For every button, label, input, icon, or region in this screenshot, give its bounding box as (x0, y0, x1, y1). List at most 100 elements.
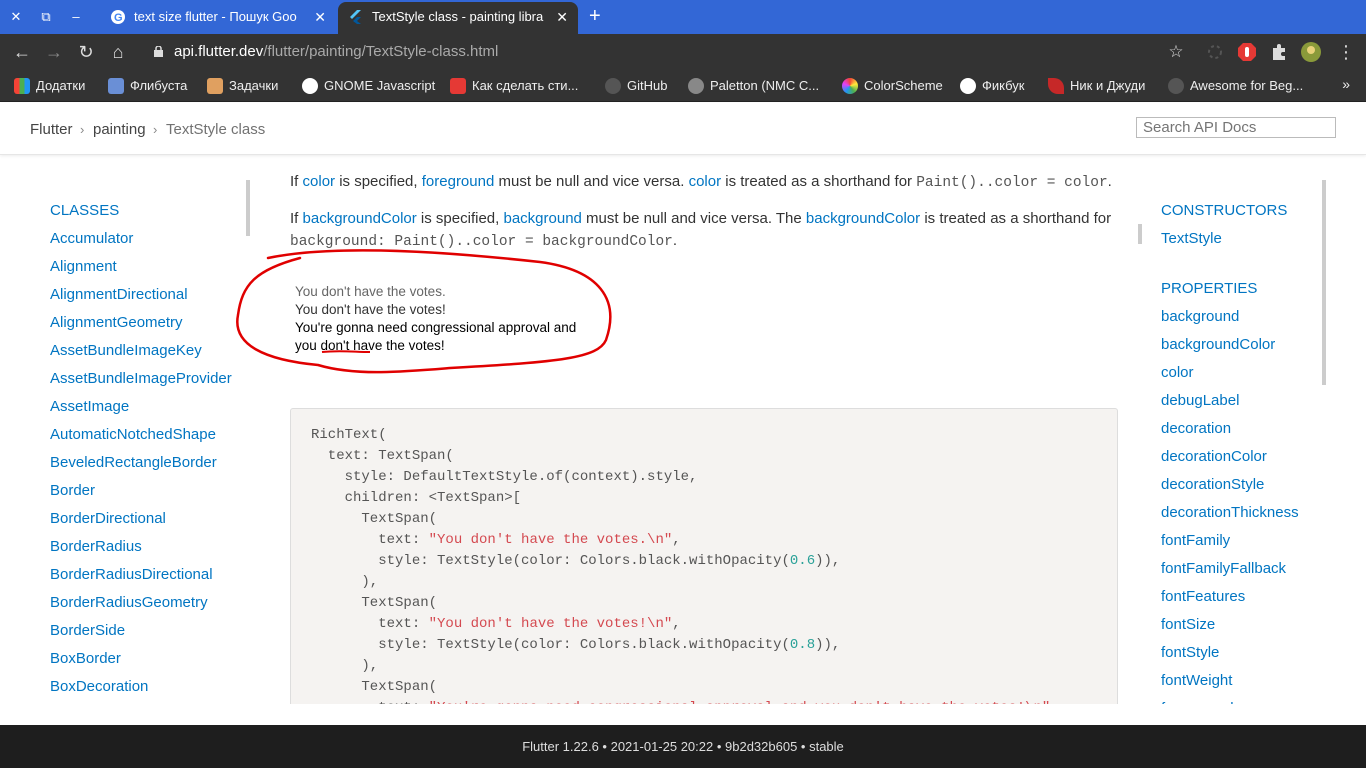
bookmark-item[interactable]: GitHub (605, 77, 667, 95)
gnome-icon (302, 78, 318, 94)
property-link[interactable]: backgroundColor (1161, 336, 1275, 353)
breadcrumb: Flutter › painting › TextStyle class (0, 103, 1366, 155)
flibusta-icon (108, 78, 124, 94)
code-sample: RichText( text: TextSpan( style: Default… (290, 408, 1118, 704)
property-link[interactable]: fontFamilyFallback (1161, 560, 1286, 577)
left-scrollbar[interactable] (246, 180, 250, 236)
class-link[interactable]: BoxDecoration (50, 678, 148, 695)
globe-icon (960, 78, 976, 94)
extensions-puzzle-icon[interactable] (1269, 42, 1289, 62)
property-link[interactable]: decorationStyle (1161, 476, 1264, 493)
class-link[interactable]: BorderRadius (50, 538, 142, 555)
property-link[interactable]: fontSize (1161, 616, 1215, 633)
address-bar[interactable]: api.flutter.dev/flutter/painting/TextSty… (144, 38, 1204, 66)
tab-close-icon[interactable]: ✕ (552, 2, 568, 32)
code-line: TextSpan( (311, 511, 438, 527)
classes-heading: CLASSES (50, 202, 120, 219)
class-link[interactable]: BorderDirectional (50, 510, 166, 527)
menu-icon[interactable]: ⋮ (1335, 41, 1357, 63)
property-link[interactable]: decoration (1161, 420, 1231, 437)
class-link[interactable]: Border (50, 482, 95, 499)
window-minimize-icon[interactable]: – (67, 8, 85, 26)
class-link[interactable]: BorderSide (50, 622, 125, 639)
code-line: children: <TextSpan>[ (311, 490, 522, 506)
bookmark-item[interactable]: ColorScheme (842, 77, 943, 95)
link-backgroundcolor[interactable]: backgroundColor (806, 210, 920, 227)
tab-close-icon[interactable]: ✕ (310, 2, 326, 32)
link-color[interactable]: color (303, 173, 336, 190)
property-link[interactable]: foreground (1161, 700, 1234, 704)
property-link[interactable]: fontStyle (1161, 644, 1219, 661)
right-scrollbar[interactable] (1322, 180, 1326, 385)
window-close-icon[interactable]: ✕ (7, 8, 25, 26)
class-link[interactable]: BeveledRectangleBorder (50, 454, 217, 471)
class-link[interactable]: AssetImage (50, 398, 129, 415)
class-link[interactable]: BoxBorder (50, 650, 121, 667)
browser-toolbar: ← → ↻ ⌂ api.flutter.dev/flutter/painting… (0, 34, 1366, 70)
bookmark-item[interactable]: GNOME Javascript (302, 77, 435, 95)
flutter-icon (350, 10, 361, 24)
back-icon[interactable]: ← (11, 41, 33, 63)
class-link[interactable]: Accumulator (50, 230, 133, 247)
new-tab-button[interactable]: + (589, 5, 601, 27)
search-input[interactable] (1136, 117, 1336, 138)
breadcrumb-separator: › (153, 122, 158, 137)
link-foreground[interactable]: foreground (422, 173, 495, 190)
class-link[interactable]: AlignmentGeometry (50, 314, 183, 331)
extension-loading-icon[interactable] (1205, 42, 1225, 62)
class-link[interactable]: AutomaticNotchedShape (50, 426, 216, 443)
demo-line: You don't have the votes! (295, 302, 446, 317)
adblock-icon[interactable] (1237, 42, 1257, 62)
properties-heading: PROPERTIES (1161, 280, 1258, 297)
property-link[interactable]: decorationColor (1161, 448, 1267, 465)
tab-google-search[interactable]: G text size flutter - Пошук Goo ✕ (100, 2, 336, 34)
class-link[interactable]: AssetBundleImageProvider (50, 370, 232, 387)
property-link[interactable]: decorationThickness (1161, 504, 1299, 521)
breadcrumb-painting[interactable]: painting (93, 121, 146, 138)
breadcrumb-flutter[interactable]: Flutter (30, 121, 73, 138)
property-link[interactable]: fontWeight (1161, 672, 1232, 689)
tab-textstyle[interactable]: TextStyle class - painting libra ✕ (338, 2, 578, 34)
bookmarks-more-icon[interactable]: » (1342, 76, 1350, 92)
tab-title: text size flutter - Пошук Goo (134, 9, 297, 24)
demo-line: you don't have the votes! (295, 338, 445, 353)
property-link[interactable]: color (1161, 364, 1194, 381)
property-link[interactable]: fontFeatures (1161, 588, 1245, 605)
bookmark-item[interactable]: Как сделать сти... (450, 77, 578, 95)
bookmark-item[interactable]: Фикбук (960, 77, 1024, 95)
forward-icon[interactable]: → (43, 41, 65, 63)
property-link[interactable]: background (1161, 308, 1239, 325)
star-icon[interactable]: ☆ (1165, 41, 1187, 63)
bookmark-item[interactable]: Додатки (14, 77, 85, 95)
class-link[interactable]: Alignment (50, 258, 117, 275)
class-link[interactable]: BorderRadiusDirectional (50, 566, 213, 583)
demo-line: You're gonna need congressional approval… (295, 320, 577, 335)
link-backgroundcolor[interactable]: backgroundColor (303, 210, 417, 227)
bookmark-item[interactable]: Флибуста (108, 77, 187, 95)
profile-avatar-icon[interactable] (1301, 42, 1321, 62)
bookmark-red-icon (450, 78, 466, 94)
breadcrumb-current: TextStyle class (166, 121, 266, 138)
code-line: ), (311, 574, 379, 590)
class-link[interactable]: AssetBundleImageKey (50, 342, 202, 359)
bookmark-item[interactable]: Awesome for Beg... (1168, 77, 1303, 95)
property-link[interactable]: fontFamily (1161, 532, 1230, 549)
window-restore-icon[interactable]: ⧉ (37, 8, 55, 26)
property-link[interactable]: debugLabel (1161, 392, 1239, 409)
code-line: text: "You don't have the votes.\n", (311, 532, 681, 548)
constructors-heading: CONSTRUCTORS (1161, 202, 1288, 219)
reload-icon[interactable]: ↻ (75, 41, 97, 63)
colorwheel-icon (842, 78, 858, 94)
class-link[interactable]: BorderRadiusGeometry (50, 594, 208, 611)
bookmark-item[interactable]: Задачки (207, 77, 278, 95)
constructor-link[interactable]: TextStyle (1161, 230, 1222, 247)
tab-title: TextStyle class - painting libra (372, 9, 544, 24)
home-icon[interactable]: ⌂ (107, 41, 129, 63)
link-color[interactable]: color (689, 173, 722, 190)
class-link[interactable]: AlignmentDirectional (50, 286, 188, 303)
bookmark-item[interactable]: Ник и Джуди (1048, 77, 1145, 95)
github-icon (605, 78, 621, 94)
link-background[interactable]: background (503, 210, 581, 227)
bookmark-item[interactable]: Paletton (NMC C... (688, 77, 819, 95)
code-line: TextSpan( (311, 595, 438, 611)
